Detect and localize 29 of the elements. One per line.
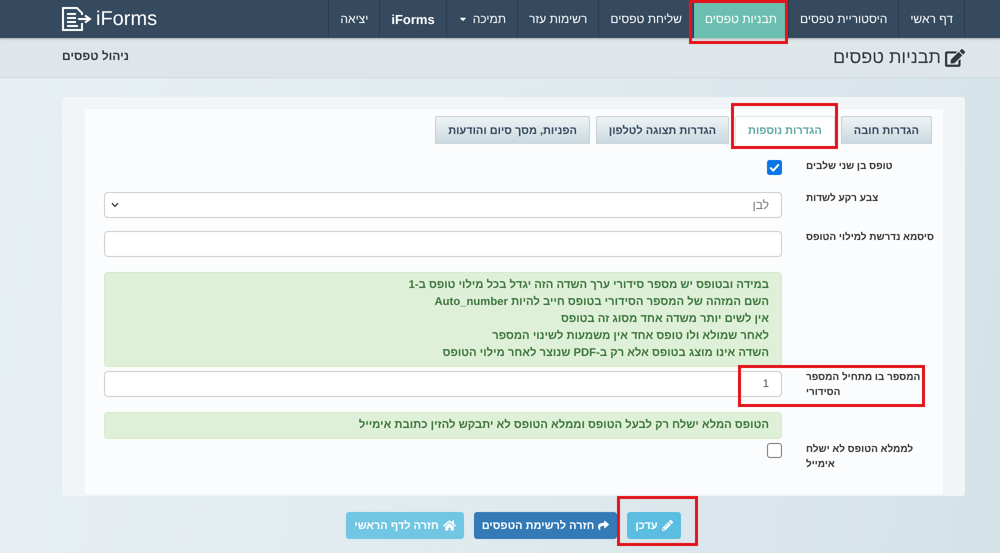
forward-arrow-icon: [598, 520, 610, 531]
select-field[interactable]: לבן: [104, 192, 782, 218]
alert-text: השדה אינו מוצג בטופס אלא רק ב-PDF שנוצר לאחר מילוי הטופס: [442, 346, 769, 361]
alert-text: השם המזהה של המספר הסידורי בטופס חייב להיות Auto_number: [434, 294, 769, 310]
field-label: המספר בו מתחיל המספר הסידורי: [806, 370, 922, 400]
input-field[interactable]: [104, 231, 782, 257]
alert-text: לאחר שמולא ולו טופס אחד אין משמעות לשינוי המספר: [491, 328, 769, 344]
settings-tab[interactable]: הפניות, מסך סיום והודעות: [435, 116, 590, 144]
breadcrumb: ניהול טפסים: [62, 48, 129, 62]
field-label: סיסמא נדרשת למילוי הטופס: [806, 230, 935, 245]
field-label: לממלא הטופס לא ישלח אימייל: [806, 442, 914, 472]
home-icon: [442, 519, 456, 532]
settings-tab[interactable]: הגדרות תצוגה לטלפון: [596, 116, 730, 144]
settings-tab[interactable]: הגדרות חובה: [840, 116, 932, 144]
field-label: טופס בן שני שלבים: [806, 160, 894, 174]
page-title: תבניות טפסים: [832, 47, 941, 68]
checkbox[interactable]: [767, 443, 782, 458]
alert-text: אין לשים יותר משדה אחד מסוג זה בטופס: [560, 312, 769, 327]
edit-icon: [945, 48, 965, 68]
pencil-icon: [662, 520, 673, 531]
document-arrow-icon: [62, 7, 92, 31]
action-button[interactable]: חזרה לרשימת הטפסים: [474, 512, 618, 539]
logo-text: iForms: [96, 7, 158, 31]
checkbox[interactable]: [767, 160, 782, 175]
field-label: צבע רקע לשדות: [806, 192, 880, 206]
input-field[interactable]: 1: [104, 371, 782, 397]
chevron-down-icon: [111, 201, 119, 209]
alert-text: הטופס המלא ישלח רק לבעל הטופס וממלא הטופס לא יתבקש להזין כתובת אימייל: [358, 418, 769, 433]
alert-text: במידה ובטופס יש מספר סידורי ערך השדה הזה יגדל בכל מילוי טופס ב-1: [408, 278, 769, 293]
